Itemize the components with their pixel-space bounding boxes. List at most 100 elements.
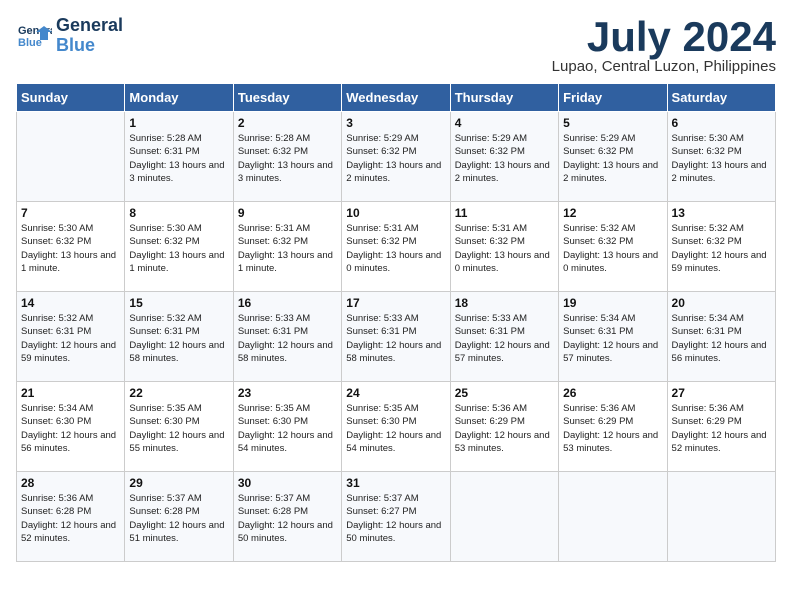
calendar-cell: 7 Sunrise: 5:30 AM Sunset: 6:32 PM Daylig… xyxy=(17,202,125,292)
day-number: 28 xyxy=(21,476,120,490)
day-info: Sunrise: 5:34 AM Sunset: 6:31 PM Dayligh… xyxy=(672,312,771,365)
calendar-cell: 23Sunrise: 5:35 AM Sunset: 6:30 PM Dayli… xyxy=(233,382,341,472)
day-number: 16 xyxy=(238,296,337,310)
calendar-week-row: 1 Sunrise: 5:28 AM Sunset: 6:31 PM Daylig… xyxy=(17,112,776,202)
month-title: July 2024 xyxy=(552,16,776,58)
location-text: Lupao, Central Luzon, Philippines xyxy=(552,58,776,75)
calendar-cell: 19Sunrise: 5:34 AM Sunset: 6:31 PM Dayli… xyxy=(559,292,667,382)
calendar-cell: 24 Sunrise: 5:35 AM Sunset: 6:30 PM Dayli… xyxy=(342,382,450,472)
calendar-cell xyxy=(667,472,775,562)
day-info: Sunrise: 5:31 AM Sunset: 6:32 PM Dayligh… xyxy=(346,222,445,275)
day-number: 14 xyxy=(21,296,120,310)
day-number: 9 xyxy=(238,206,337,220)
day-info: Sunrise: 5:35 AM Sunset: 6:30 PM Dayligh… xyxy=(346,402,445,455)
day-info: Sunrise: 5:37 AM Sunset: 6:27 PM Dayligh… xyxy=(346,492,445,545)
day-info: Sunrise: 5:32 AM Sunset: 6:31 PM Dayligh… xyxy=(21,312,120,365)
day-number: 1 xyxy=(129,116,228,130)
day-number: 25 xyxy=(455,386,554,400)
calendar-cell: 9 Sunrise: 5:31 AM Sunset: 6:32 PM Daylig… xyxy=(233,202,341,292)
day-info: Sunrise: 5:28 AM Sunset: 6:32 PM Dayligh… xyxy=(238,132,337,185)
day-number: 17 xyxy=(346,296,445,310)
calendar-cell: 15Sunrise: 5:32 AM Sunset: 6:31 PM Dayli… xyxy=(125,292,233,382)
day-info: Sunrise: 5:33 AM Sunset: 6:31 PM Dayligh… xyxy=(238,312,337,365)
page-header: General Blue General Blue July 2024 Lupa… xyxy=(16,16,776,75)
day-info: Sunrise: 5:28 AM Sunset: 6:31 PM Dayligh… xyxy=(129,132,228,185)
calendar-cell: 10 Sunrise: 5:31 AM Sunset: 6:32 PM Dayli… xyxy=(342,202,450,292)
calendar-cell: 31 Sunrise: 5:37 AM Sunset: 6:27 PM Dayli… xyxy=(342,472,450,562)
calendar-cell: 28 Sunrise: 5:36 AM Sunset: 6:28 PM Dayli… xyxy=(17,472,125,562)
logo-text-line1: General xyxy=(56,16,123,36)
day-number: 8 xyxy=(129,206,228,220)
calendar-week-row: 21 Sunrise: 5:34 AM Sunset: 6:30 PM Dayli… xyxy=(17,382,776,472)
day-info: Sunrise: 5:35 AM Sunset: 6:30 PM Dayligh… xyxy=(129,402,228,455)
day-number: 27 xyxy=(672,386,771,400)
day-number: 11 xyxy=(455,206,554,220)
calendar-week-row: 7 Sunrise: 5:30 AM Sunset: 6:32 PM Daylig… xyxy=(17,202,776,292)
weekday-row: SundayMondayTuesdayWednesdayThursdayFrid… xyxy=(17,84,776,112)
weekday-header: Wednesday xyxy=(342,84,450,112)
day-number: 31 xyxy=(346,476,445,490)
calendar-cell: 13 Sunrise: 5:32 AM Sunset: 6:32 PM Dayli… xyxy=(667,202,775,292)
calendar-cell: 27 Sunrise: 5:36 AM Sunset: 6:29 PM Dayli… xyxy=(667,382,775,472)
weekday-header: Monday xyxy=(125,84,233,112)
day-info: Sunrise: 5:32 AM Sunset: 6:32 PM Dayligh… xyxy=(563,222,662,275)
day-info: Sunrise: 5:29 AM Sunset: 6:32 PM Dayligh… xyxy=(455,132,554,185)
day-number: 24 xyxy=(346,386,445,400)
day-number: 26 xyxy=(563,386,662,400)
day-number: 23 xyxy=(238,386,337,400)
day-number: 21 xyxy=(21,386,120,400)
calendar-cell: 12 Sunrise: 5:32 AM Sunset: 6:32 PM Dayli… xyxy=(559,202,667,292)
weekday-header: Sunday xyxy=(17,84,125,112)
logo-icon: General Blue xyxy=(16,18,52,54)
weekday-header: Tuesday xyxy=(233,84,341,112)
day-info: Sunrise: 5:29 AM Sunset: 6:32 PM Dayligh… xyxy=(563,132,662,185)
day-info: Sunrise: 5:33 AM Sunset: 6:31 PM Dayligh… xyxy=(346,312,445,365)
day-info: Sunrise: 5:33 AM Sunset: 6:31 PM Dayligh… xyxy=(455,312,554,365)
day-number: 18 xyxy=(455,296,554,310)
day-info: Sunrise: 5:31 AM Sunset: 6:32 PM Dayligh… xyxy=(238,222,337,275)
day-info: Sunrise: 5:30 AM Sunset: 6:32 PM Dayligh… xyxy=(21,222,120,275)
calendar-cell: 29Sunrise: 5:37 AM Sunset: 6:28 PM Dayli… xyxy=(125,472,233,562)
calendar-cell: 3 Sunrise: 5:29 AM Sunset: 6:32 PM Daylig… xyxy=(342,112,450,202)
calendar-cell: 26 Sunrise: 5:36 AM Sunset: 6:29 PM Dayli… xyxy=(559,382,667,472)
day-info: Sunrise: 5:34 AM Sunset: 6:30 PM Dayligh… xyxy=(21,402,120,455)
calendar-cell xyxy=(559,472,667,562)
calendar-cell: 16 Sunrise: 5:33 AM Sunset: 6:31 PM Dayli… xyxy=(233,292,341,382)
day-info: Sunrise: 5:36 AM Sunset: 6:28 PM Dayligh… xyxy=(21,492,120,545)
weekday-header: Saturday xyxy=(667,84,775,112)
day-number: 19 xyxy=(563,296,662,310)
day-info: Sunrise: 5:31 AM Sunset: 6:32 PM Dayligh… xyxy=(455,222,554,275)
day-number: 20 xyxy=(672,296,771,310)
calendar-cell xyxy=(450,472,558,562)
calendar-cell: 6 Sunrise: 5:30 AM Sunset: 6:32 PM Daylig… xyxy=(667,112,775,202)
calendar-cell: 8 Sunrise: 5:30 AM Sunset: 6:32 PM Daylig… xyxy=(125,202,233,292)
logo-text-line2: Blue xyxy=(56,36,123,56)
calendar-cell: 21 Sunrise: 5:34 AM Sunset: 6:30 PM Dayli… xyxy=(17,382,125,472)
calendar-cell: 11 Sunrise: 5:31 AM Sunset: 6:32 PM Dayli… xyxy=(450,202,558,292)
day-info: Sunrise: 5:32 AM Sunset: 6:31 PM Dayligh… xyxy=(129,312,228,365)
day-info: Sunrise: 5:36 AM Sunset: 6:29 PM Dayligh… xyxy=(563,402,662,455)
calendar-cell: 18 Sunrise: 5:33 AM Sunset: 6:31 PM Dayli… xyxy=(450,292,558,382)
day-info: Sunrise: 5:30 AM Sunset: 6:32 PM Dayligh… xyxy=(129,222,228,275)
calendar-cell xyxy=(17,112,125,202)
calendar-cell: 1 Sunrise: 5:28 AM Sunset: 6:31 PM Daylig… xyxy=(125,112,233,202)
day-info: Sunrise: 5:29 AM Sunset: 6:32 PM Dayligh… xyxy=(346,132,445,185)
day-number: 7 xyxy=(21,206,120,220)
day-info: Sunrise: 5:37 AM Sunset: 6:28 PM Dayligh… xyxy=(129,492,228,545)
day-number: 3 xyxy=(346,116,445,130)
weekday-header: Friday xyxy=(559,84,667,112)
day-number: 10 xyxy=(346,206,445,220)
day-number: 12 xyxy=(563,206,662,220)
calendar-cell: 17 Sunrise: 5:33 AM Sunset: 6:31 PM Dayli… xyxy=(342,292,450,382)
day-info: Sunrise: 5:36 AM Sunset: 6:29 PM Dayligh… xyxy=(672,402,771,455)
calendar-cell: 2 Sunrise: 5:28 AM Sunset: 6:32 PM Daylig… xyxy=(233,112,341,202)
day-info: Sunrise: 5:32 AM Sunset: 6:32 PM Dayligh… xyxy=(672,222,771,275)
day-info: Sunrise: 5:36 AM Sunset: 6:29 PM Dayligh… xyxy=(455,402,554,455)
day-info: Sunrise: 5:30 AM Sunset: 6:32 PM Dayligh… xyxy=(672,132,771,185)
day-number: 6 xyxy=(672,116,771,130)
day-number: 4 xyxy=(455,116,554,130)
calendar-cell: 30Sunrise: 5:37 AM Sunset: 6:28 PM Dayli… xyxy=(233,472,341,562)
day-number: 5 xyxy=(563,116,662,130)
day-number: 2 xyxy=(238,116,337,130)
day-number: 13 xyxy=(672,206,771,220)
